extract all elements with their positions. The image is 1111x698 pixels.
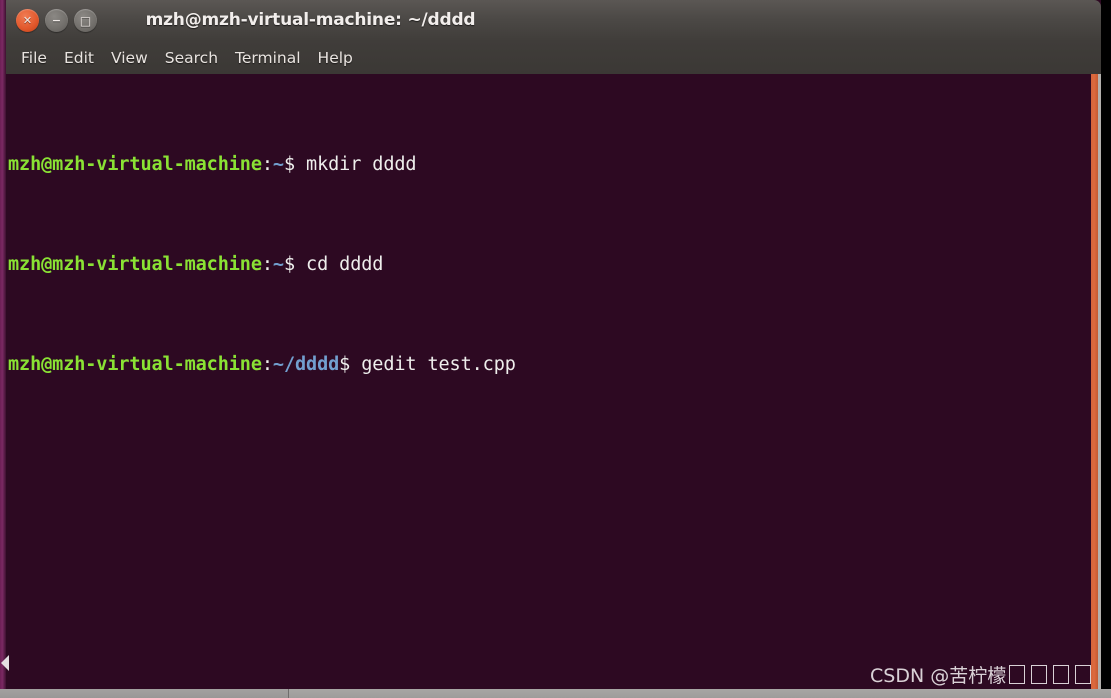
- prompt-path: ~/dddd: [272, 354, 340, 375]
- terminal-line: mzh@mzh-virtual-machine:~$ mkdir dddd: [8, 152, 516, 177]
- watermark-text: CSDN @苦柠檬: [870, 665, 1007, 687]
- terminal-window: ✕ − □ mzh@mzh-virtual-machine: ~/dddd Fi…: [0, 0, 1101, 689]
- minimize-icon: −: [51, 14, 62, 27]
- desktop-background: ✕ − □ mzh@mzh-virtual-machine: ~/dddd Fi…: [0, 0, 1111, 698]
- taskbar-divider: [288, 689, 289, 698]
- csdn-watermark: CSDN @苦柠檬: [870, 661, 1094, 688]
- missing-glyph-icon: [1009, 665, 1026, 684]
- prompt-colon: :: [261, 254, 273, 275]
- terminal-line: mzh@mzh-virtual-machine:~/dddd$ gedit te…: [8, 352, 516, 377]
- minimize-window-button[interactable]: −: [45, 9, 68, 32]
- terminal-command-text: gedit test.cpp: [350, 354, 516, 375]
- prompt-dollar: $: [339, 354, 351, 375]
- desktop-taskbar[interactable]: [0, 689, 1111, 698]
- missing-glyph-icon: [1075, 665, 1092, 684]
- prompt-colon: :: [261, 154, 273, 175]
- prompt-colon: :: [261, 354, 273, 375]
- menu-item-terminal[interactable]: Terminal: [227, 47, 310, 69]
- terminal-line: mzh@mzh-virtual-machine:~$ cd dddd: [8, 252, 516, 277]
- menu-item-edit[interactable]: Edit: [56, 47, 103, 69]
- terminal-output-area[interactable]: mzh@mzh-virtual-machine:~$ mkdir dddd mz…: [6, 74, 1091, 689]
- terminal-command-text: mkdir dddd: [295, 154, 417, 175]
- window-title: mzh@mzh-virtual-machine: ~/dddd: [145, 10, 476, 30]
- menu-bar: File Edit View Search Terminal Help: [0, 41, 1101, 74]
- prompt-dollar: $: [283, 254, 296, 275]
- menu-item-help[interactable]: Help: [310, 47, 362, 69]
- window-titlebar[interactable]: ✕ − □ mzh@mzh-virtual-machine: ~/dddd: [0, 0, 1101, 41]
- close-icon: ✕: [22, 14, 33, 27]
- maximize-icon: □: [79, 13, 92, 28]
- prompt-path: ~: [272, 254, 284, 275]
- menu-item-search[interactable]: Search: [157, 47, 227, 69]
- prompt-dollar: $: [283, 154, 296, 175]
- window-control-group: ✕ − □: [16, 9, 97, 32]
- prompt-user-host: mzh@mzh-virtual-machine: [8, 354, 262, 375]
- missing-glyph-icon: [1031, 665, 1048, 684]
- terminal-line-list: mzh@mzh-virtual-machine:~$ mkdir dddd mz…: [8, 77, 516, 452]
- window-left-border: [0, 0, 6, 689]
- window-edge-marker-icon: [0, 652, 10, 674]
- prompt-user-host: mzh@mzh-virtual-machine: [8, 154, 262, 175]
- close-window-button[interactable]: ✕: [16, 9, 39, 32]
- terminal-scrollbar-thumb[interactable]: [1091, 74, 1098, 689]
- prompt-user-host: mzh@mzh-virtual-machine: [8, 254, 262, 275]
- menu-item-file[interactable]: File: [13, 47, 56, 69]
- prompt-path: ~: [272, 154, 284, 175]
- menu-item-view[interactable]: View: [103, 47, 157, 69]
- terminal-command-text: cd dddd: [295, 254, 384, 275]
- maximize-window-button[interactable]: □: [74, 9, 97, 32]
- missing-glyph-icon: [1053, 665, 1070, 684]
- taskbar-left-panel[interactable]: [0, 689, 288, 698]
